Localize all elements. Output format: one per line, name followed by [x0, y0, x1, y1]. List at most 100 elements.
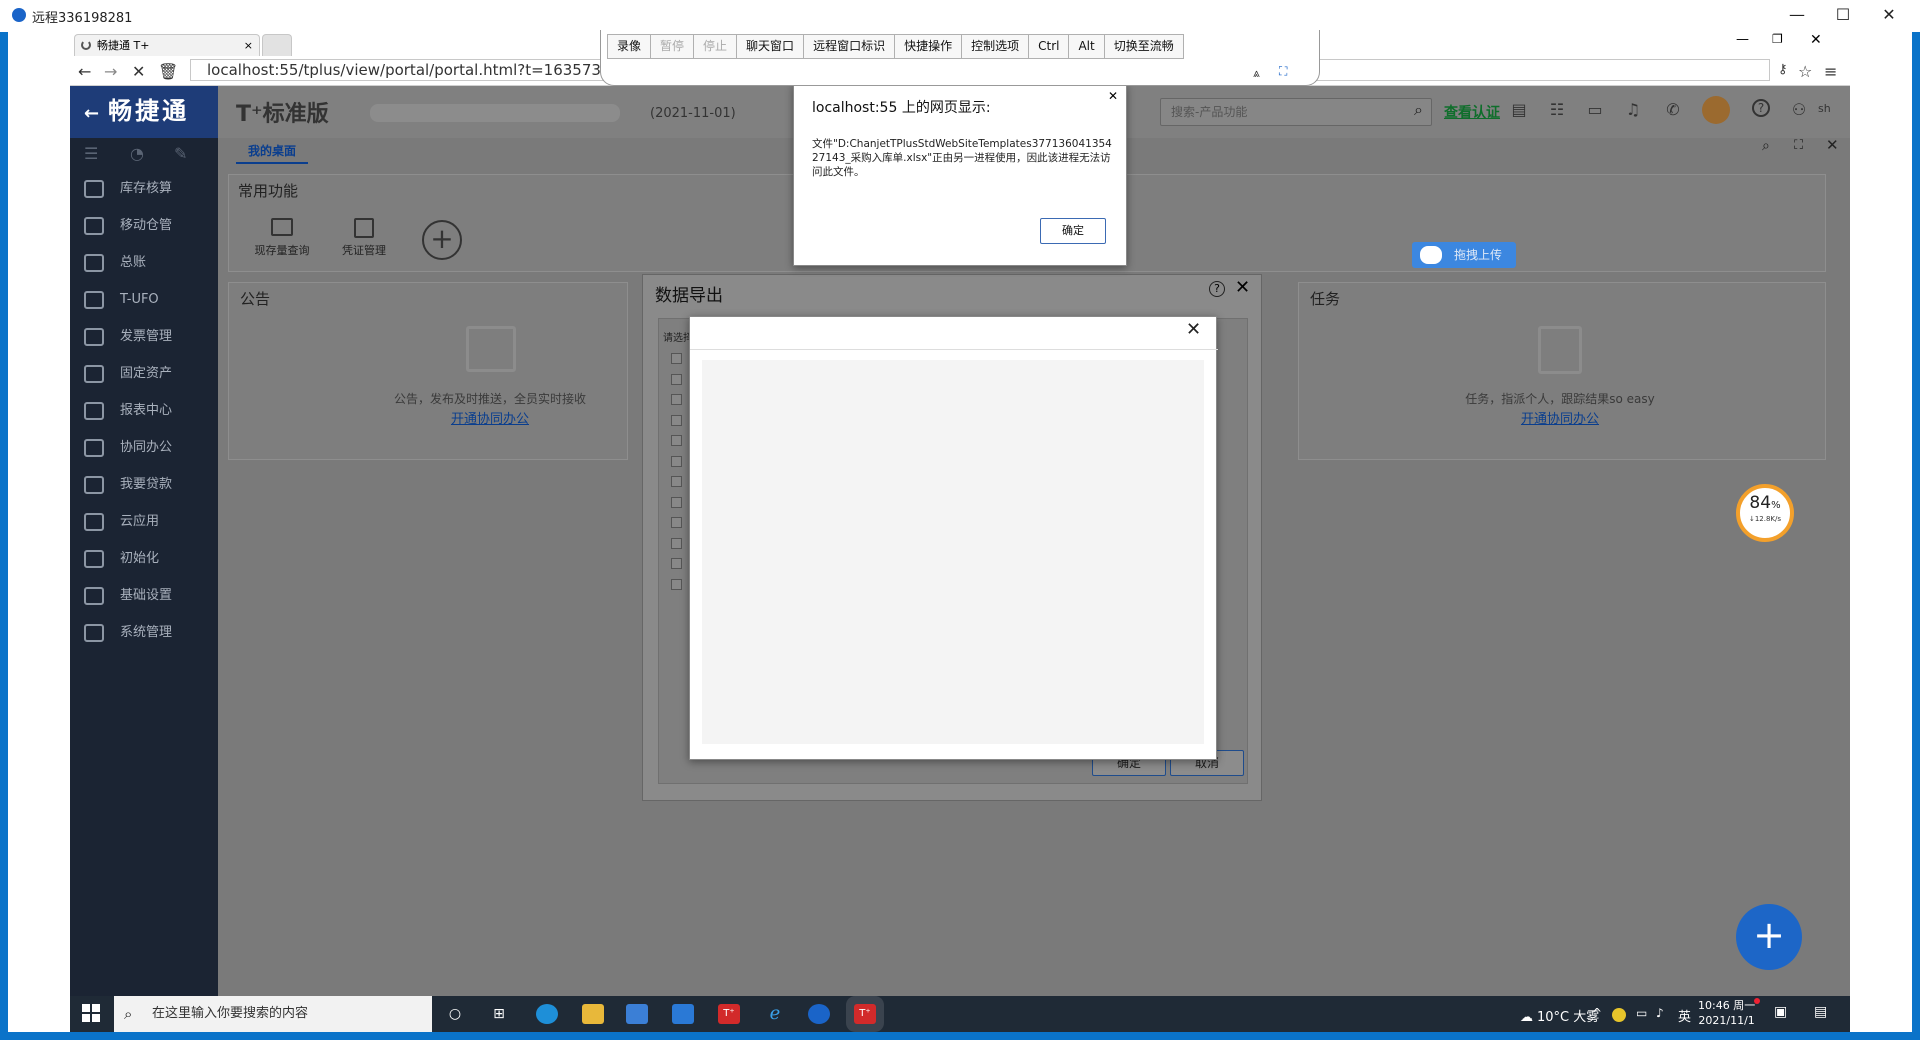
windows-start-icon[interactable] [82, 1004, 100, 1022]
field-checkbox[interactable] [671, 456, 682, 467]
cortana-icon[interactable]: ○ [444, 1004, 466, 1024]
checklist-icon[interactable]: ☷ [1546, 99, 1568, 121]
shortcut-ops-button[interactable]: 快捷操作 [894, 34, 963, 59]
maximize-button[interactable]: ☐ [1820, 0, 1866, 32]
ie-icon[interactable]: ℯ [764, 1004, 786, 1024]
voucher-shortcut[interactable]: 凭证管理 [332, 218, 396, 258]
minimize-button[interactable]: — [1774, 0, 1820, 32]
sidebar-item-cloud[interactable]: 云应用 [70, 507, 218, 537]
fit-screen-icon[interactable]: ⛶ [1279, 64, 1287, 79]
sidebar-history-icon[interactable]: ◔ [130, 144, 144, 163]
tab-close-icon[interactable]: × [244, 35, 253, 57]
search-input[interactable]: 搜索-产品功能 [1160, 98, 1432, 126]
message-icon[interactable]: ▭ [1584, 99, 1606, 121]
field-checkbox[interactable] [671, 353, 682, 364]
search-icon[interactable]: ⌕ [1414, 100, 1423, 120]
tplus-active-icon[interactable]: T⁺ [854, 1004, 876, 1024]
ime-indicator[interactable]: 英 [1678, 1006, 1691, 1025]
sidebar-item-collab[interactable]: 协同办公 [70, 433, 218, 463]
app-logo[interactable]: ← 畅捷通 [70, 86, 218, 138]
phone-icon[interactable]: ✆ [1662, 99, 1684, 121]
sidebar-item-fixed-assets[interactable]: 固定资产 [70, 359, 218, 389]
stop-button[interactable]: 停止 [693, 34, 738, 59]
add-fab-button[interactable]: + [1736, 904, 1802, 970]
file-explorer-icon[interactable] [582, 1004, 604, 1024]
help-icon[interactable]: ? [1209, 281, 1225, 297]
drag-upload-button[interactable]: 拖拽上传 [1412, 242, 1516, 268]
sidebar-menu-icon[interactable]: ☰ [84, 144, 98, 163]
alert-close-icon[interactable]: ✕ [1108, 89, 1118, 103]
edge-icon[interactable] [536, 1004, 558, 1024]
pause-button[interactable]: 暂停 [650, 34, 695, 59]
record-button[interactable]: 录像 [607, 34, 652, 59]
bell-icon[interactable]: ♫ [1622, 99, 1644, 121]
bookmark-star-icon[interactable]: ☆ [1798, 62, 1812, 81]
network-speed-gauge[interactable]: 84% ↓12.8K/s [1736, 484, 1794, 542]
field-checkbox[interactable] [671, 497, 682, 508]
field-checkbox[interactable] [671, 394, 682, 405]
monkey-avatar-icon[interactable] [1702, 96, 1730, 124]
show-desktop-icon[interactable]: ▣ [1774, 1004, 1787, 1020]
task-view-icon[interactable]: ⊞ [488, 1004, 510, 1024]
mail-icon[interactable] [672, 1004, 694, 1024]
user-icon[interactable]: ⚇ [1788, 99, 1810, 121]
desk-close-icon[interactable]: ✕ [1826, 136, 1839, 154]
help-icon[interactable]: ? [1752, 99, 1770, 117]
network-icon[interactable]: ▭ [1636, 1006, 1647, 1020]
field-checkbox[interactable] [671, 579, 682, 590]
new-tab-button[interactable] [262, 34, 292, 58]
remote-window-id-button[interactable]: 远程窗口标识 [803, 34, 896, 59]
browser-close-icon[interactable]: ✕ [1810, 32, 1822, 48]
tplus-icon[interactable]: T⁺ [718, 1004, 740, 1024]
trash-icon[interactable]: 🗑 [158, 62, 178, 81]
taskbar-clock[interactable]: 10:46 周一 2021/11/1 [1698, 998, 1755, 1028]
add-shortcut-button[interactable]: + [422, 220, 462, 260]
sidebar-item-ledger[interactable]: 总账 [70, 248, 218, 278]
sidebar-item-loan[interactable]: 我要贷款 [70, 470, 218, 500]
user-name[interactable]: sh [1818, 102, 1831, 115]
stock-query-shortcut[interactable]: 现存量查询 [250, 218, 314, 258]
forward-icon[interactable]: → [104, 62, 117, 81]
close-button[interactable]: ✕ [1866, 0, 1912, 32]
loading-dialog-close-icon[interactable]: ✕ [1186, 319, 1201, 340]
browser-restore-icon[interactable]: ❐ [1772, 32, 1783, 46]
sidebar-item-mobile-warehouse[interactable]: 移动仓管 [70, 211, 218, 241]
sidebar-item-tufo[interactable]: T-UFO [70, 285, 218, 315]
tab-my-desk[interactable]: 我的桌面 [236, 142, 309, 164]
sidebar-item-system[interactable]: 系统管理 [70, 618, 218, 648]
sidebar-item-invoice[interactable]: 发票管理 [70, 322, 218, 352]
desk-search-icon[interactable]: ⌕ [1762, 138, 1770, 154]
menu-icon[interactable]: ≡ [1824, 62, 1837, 81]
tasks-enable-link[interactable]: 开通协同办公 [1500, 408, 1620, 427]
remote-app-icon[interactable] [808, 1004, 830, 1024]
collapse-toolbar-icon[interactable]: ⩓ [1253, 66, 1260, 81]
back-icon[interactable]: ← [78, 62, 91, 81]
field-checkbox[interactable] [671, 415, 682, 426]
sidebar-item-basic-settings[interactable]: 基础设置 [70, 581, 218, 611]
sidebar-edit-icon[interactable]: ✎ [174, 144, 187, 163]
key-icon[interactable]: ⚷ [1778, 62, 1788, 77]
calculator-icon[interactable]: ▤ [1508, 99, 1530, 121]
alt-key-button[interactable]: Alt [1068, 34, 1105, 59]
view-cert-link[interactable]: 查看认证 [1444, 102, 1500, 122]
sidebar-item-reports[interactable]: 报表中心 [70, 396, 218, 426]
announcement-enable-link[interactable]: 开通协同办公 [430, 408, 550, 427]
control-options-button[interactable]: 控制选项 [961, 34, 1030, 59]
switch-smooth-button[interactable]: 切换至流畅 [1103, 34, 1184, 59]
field-checkbox[interactable] [671, 476, 682, 487]
volume-icon[interactable]: ♪ [1656, 1006, 1664, 1020]
weather-status[interactable]: ☁ 10°C 大雾 [1520, 1006, 1599, 1025]
fullscreen-icon[interactable]: ⛶ [1794, 138, 1803, 153]
sidebar-item-inventory[interactable]: 库存核算 [70, 174, 218, 204]
export-close-icon[interactable]: ✕ [1235, 277, 1250, 298]
tray-app-icon[interactable] [1612, 1008, 1626, 1022]
action-center-icon[interactable]: ▤ [1814, 1004, 1827, 1020]
alert-ok-button[interactable]: 确定 [1040, 218, 1106, 244]
tray-chevron-icon[interactable]: ^ [1592, 1006, 1602, 1020]
browser-tab[interactable]: 畅捷通 T+ × [74, 34, 260, 58]
field-checkbox[interactable] [671, 538, 682, 549]
store-icon[interactable] [626, 1004, 648, 1024]
field-checkbox[interactable] [671, 517, 682, 528]
chat-window-button[interactable]: 聊天窗口 [736, 34, 805, 59]
browser-minimize-icon[interactable]: — [1736, 32, 1749, 47]
